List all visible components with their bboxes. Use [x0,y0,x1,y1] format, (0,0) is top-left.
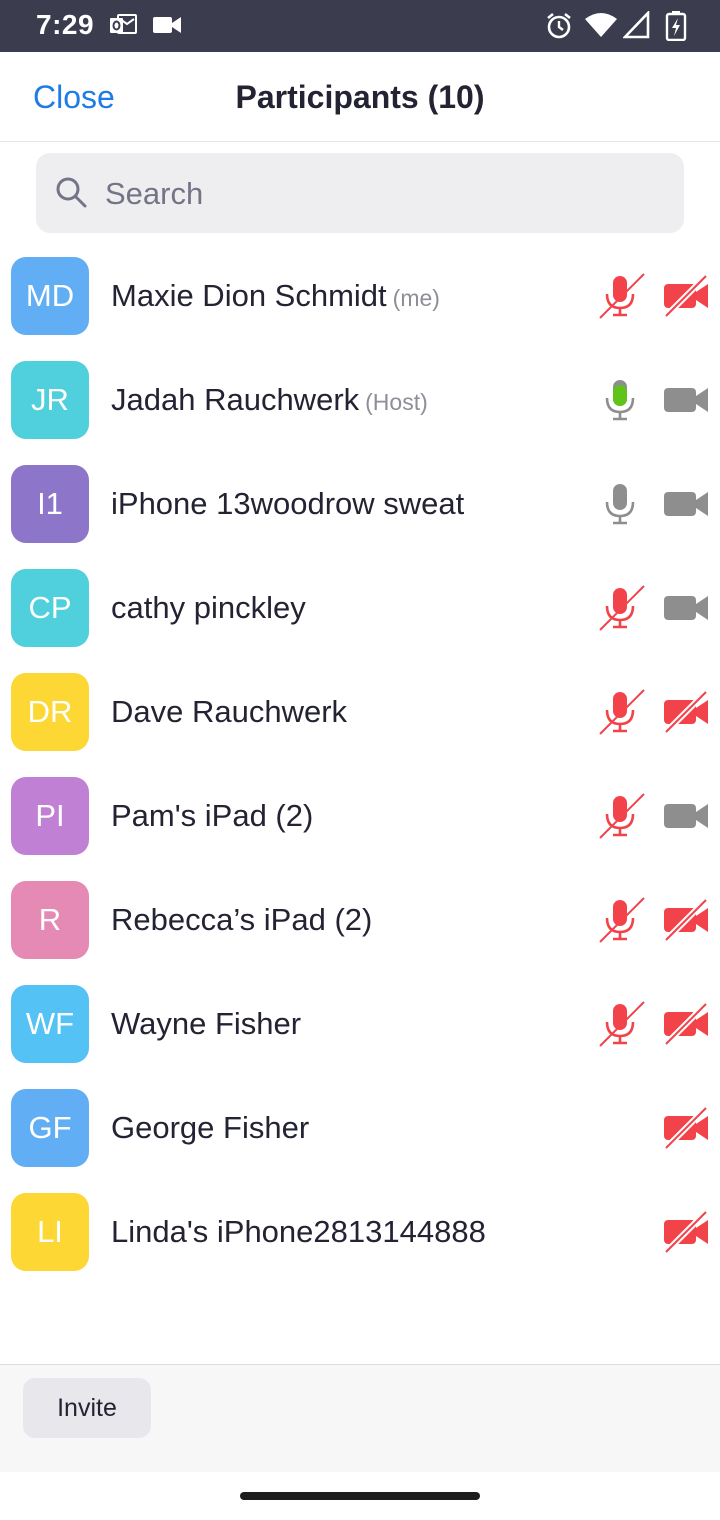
participant-row[interactable]: CP cathy pinckley [0,554,720,658]
video-camera-icon [662,792,710,845]
muted-microphone-icon [598,896,646,949]
search-input[interactable]: Search [105,176,203,212]
video-off-icon [662,1104,710,1157]
battery-charging-icon [665,11,687,46]
avatar: GF [11,1089,89,1167]
status-bar: 7:29 [0,0,720,52]
outlook-icon [108,11,138,44]
microphone-icon [598,480,646,533]
invite-button[interactable]: Invite [23,1378,151,1438]
video-off-icon [662,688,710,741]
participant-name-text: George Fisher [111,1110,310,1145]
video-camera-icon [151,11,183,44]
participant-name-text: Dave Rauchwerk [111,694,348,729]
participant-name: Linda's iPhone2813144888 [111,1214,486,1250]
participant-name: Pam's iPad (2) [111,798,313,834]
status-time: 7:29 [36,9,95,40]
participant-name-text: iPhone 13woodrow sweat [111,486,465,521]
participant-name-text: cathy pinckley [111,590,306,625]
search-bar[interactable]: Search [36,153,684,233]
avatar: LI [11,1193,89,1271]
participant-row[interactable]: R Rebecca’s iPad (2) [0,866,720,970]
participant-row[interactable]: DR Dave Rauchwerk [0,658,720,762]
participant-name-text: Pam's iPad (2) [111,798,314,833]
video-off-icon [662,272,710,325]
participant-row[interactable]: LI Linda's iPhone2813144888 [0,1178,720,1282]
video-off-icon [662,896,710,949]
video-off-icon [662,1208,710,1261]
avatar: MD [11,257,89,335]
muted-microphone-icon [598,272,646,325]
video-camera-icon [662,376,710,429]
video-off-icon [662,1000,710,1053]
avatar: R [11,881,89,959]
participant-row[interactable]: WF Wayne Fisher [0,970,720,1074]
muted-microphone-icon [598,1000,646,1053]
cell-signal-icon [621,9,651,44]
participant-list: MD Maxie Dion Schmidt (me) JR Jadah Rauchwer… [0,242,720,1282]
video-camera-icon [662,480,710,533]
participant-name: Dave Rauchwerk [111,694,347,730]
participant-name-text: Wayne Fisher [111,1006,302,1041]
system-nav-bar [0,1472,720,1520]
participant-row[interactable]: GF George Fisher [0,1074,720,1178]
participant-name: iPhone 13woodrow sweat [111,486,464,522]
participant-name: Maxie Dion Schmidt (me) [111,278,440,314]
participant-name-text: Rebecca’s iPad (2) [111,902,373,937]
microphone-icon [598,376,646,429]
participant-name-text: Linda's iPhone2813144888 [111,1214,486,1249]
muted-microphone-icon [598,792,646,845]
participant-row[interactable]: I1 iPhone 13woodrow sweat [0,450,720,554]
muted-microphone-icon [598,688,646,741]
participant-name-text: Jadah Rauchwerk [111,382,360,417]
avatar: DR [11,673,89,751]
participant-name: Wayne Fisher [111,1006,301,1042]
alarm-icon [545,11,573,46]
participant-tag: (me) [392,285,440,311]
avatar: CP [11,569,89,647]
wifi-icon [584,11,618,44]
avatar: JR [11,361,89,439]
avatar: PI [11,777,89,855]
participant-row[interactable]: JR Jadah Rauchwerk (Host) [0,346,720,450]
avatar: WF [11,985,89,1063]
participant-name: Rebecca’s iPad (2) [111,902,372,938]
search-icon [54,175,88,214]
participant-tag: (Host) [365,389,428,415]
video-camera-icon [662,584,710,637]
participant-name: cathy pinckley [111,590,306,626]
participant-row[interactable]: PI Pam's iPad (2) [0,762,720,866]
page-title: Participants (10) [235,79,485,115]
avatar: I1 [11,465,89,543]
participant-name: George Fisher [111,1110,309,1146]
muted-microphone-icon [598,584,646,637]
bottom-toolbar: Invite [0,1364,720,1472]
participant-name-text: Maxie Dion Schmidt [111,278,387,313]
home-gesture-handle[interactable] [240,1492,480,1500]
participant-name: Jadah Rauchwerk (Host) [111,382,428,418]
participant-row[interactable]: MD Maxie Dion Schmidt (me) [0,242,720,346]
participants-header: Close Participants (10) [0,52,720,142]
